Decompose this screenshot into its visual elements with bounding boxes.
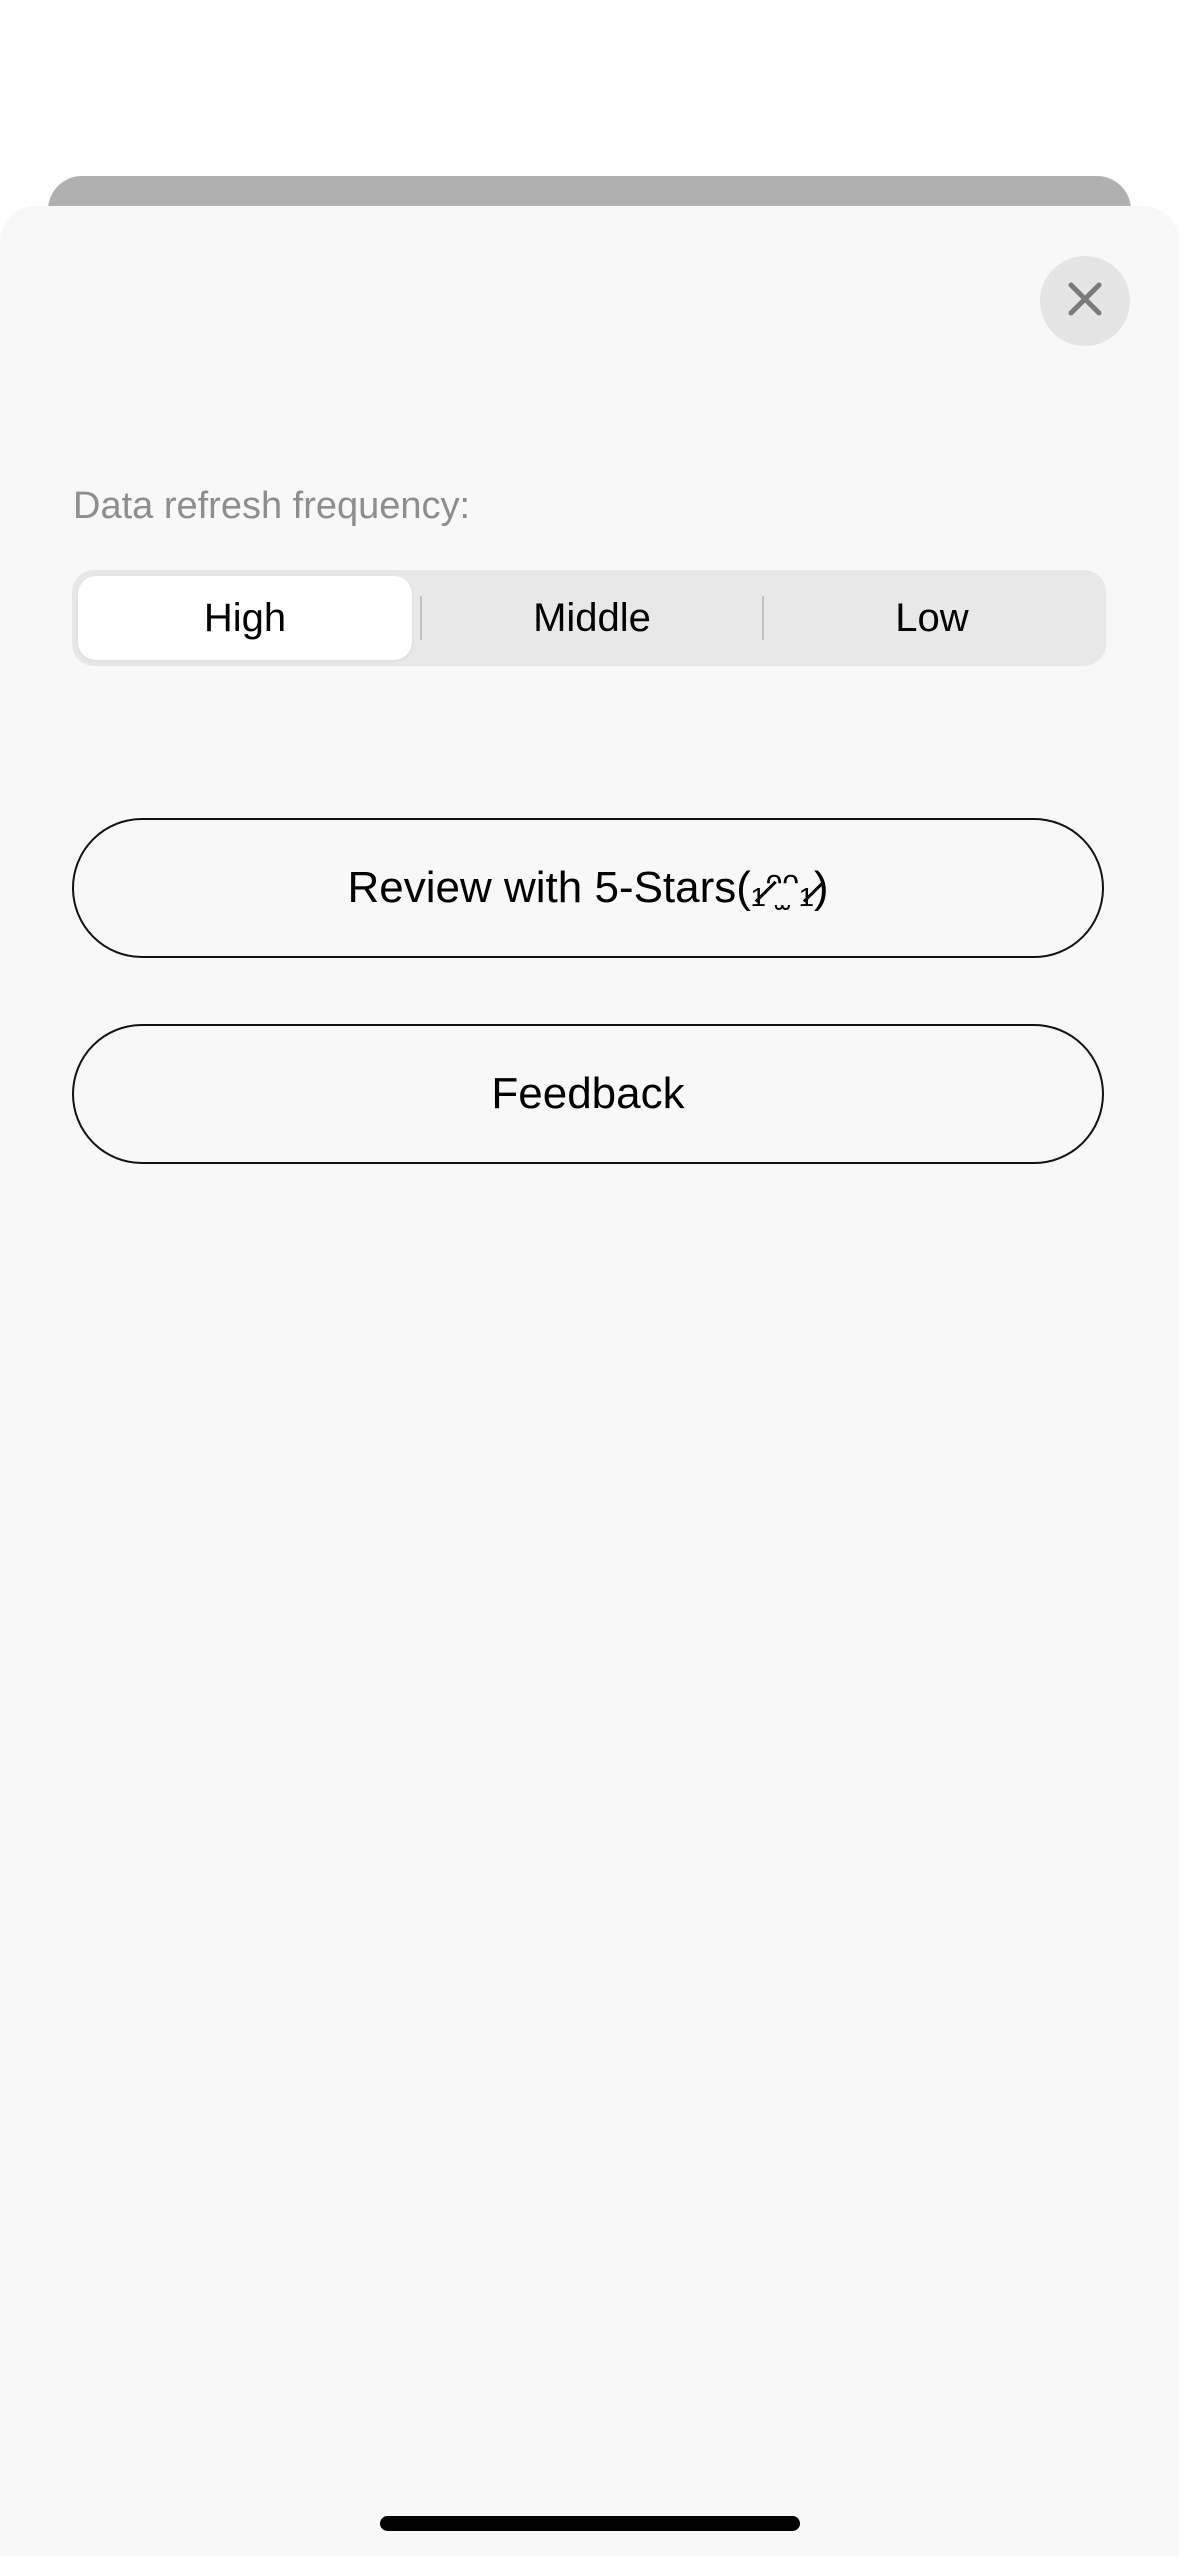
refresh-frequency-control: High Middle Low [72, 570, 1106, 666]
close-icon [1067, 281, 1103, 322]
close-button[interactable] [1040, 256, 1130, 346]
feedback-button-label: Feedback [491, 1069, 685, 1118]
segment-high[interactable]: High [78, 576, 412, 660]
home-indicator[interactable] [380, 2516, 800, 2531]
review-button-label: Review with 5-Stars(₁̷ᵔ̫ᵔ₁̷) [347, 863, 829, 912]
segment-middle[interactable]: Middle [422, 576, 762, 660]
feedback-button[interactable]: Feedback [72, 1024, 1104, 1164]
segment-low[interactable]: Low [764, 576, 1100, 660]
refresh-frequency-label: Data refresh frequency: [73, 485, 471, 527]
settings-sheet [0, 206, 1179, 2556]
review-button[interactable]: Review with 5-Stars(₁̷ᵔ̫ᵔ₁̷) [72, 818, 1104, 958]
